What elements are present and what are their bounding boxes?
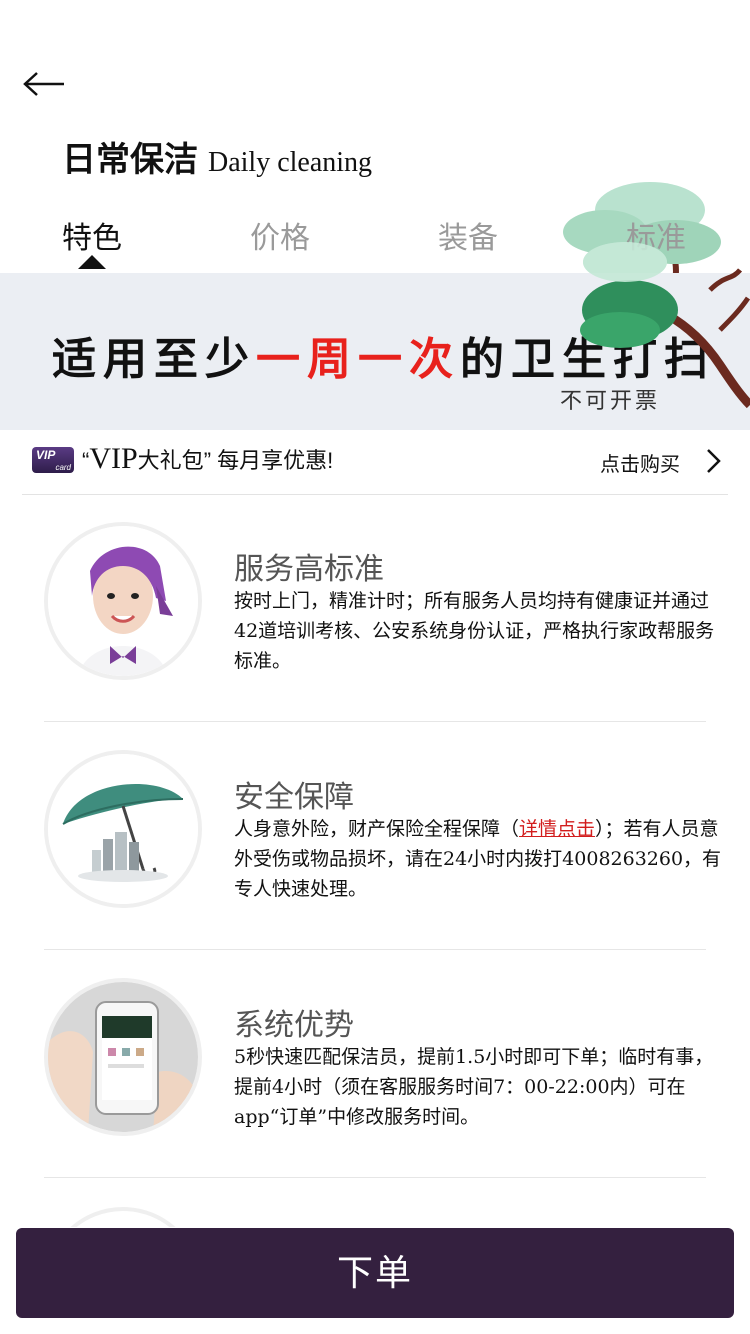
housekeeper-photo bbox=[44, 522, 202, 680]
vip-card-icon: VIP card bbox=[32, 447, 74, 473]
feature-description: 5秒快速匹配保洁员，提前1.5小时即可下单；临时有事，提前4小时（须在客服服务时… bbox=[234, 1046, 714, 1128]
banner-text-part1: 适用至少 bbox=[52, 334, 256, 385]
tab-price[interactable]: 价格 bbox=[220, 213, 340, 257]
next-feature-thumbnail bbox=[44, 1207, 202, 1227]
vip-quote-close: ” bbox=[203, 448, 212, 473]
order-button[interactable]: 下单 bbox=[16, 1228, 734, 1318]
tab-bar: 特色 价格 装备 标准 bbox=[0, 205, 750, 273]
tab-standard[interactable]: 标准 bbox=[596, 213, 716, 257]
vip-word: VIP bbox=[89, 442, 138, 475]
vip-badge-bottom: card bbox=[55, 463, 71, 472]
feature-title: 服务高标准 bbox=[234, 553, 384, 586]
page-title: 日常保洁 Daily cleaning bbox=[62, 132, 372, 182]
title-english: Daily cleaning bbox=[208, 147, 373, 178]
vip-promo-row[interactable]: VIP card “VIP大礼包” 每月享优惠! 点击购买 bbox=[22, 430, 728, 495]
insurance-details-link[interactable]: 详情点击 bbox=[519, 818, 595, 840]
banner-note: 不可开票 bbox=[560, 388, 661, 413]
vip-badge-top: VIP bbox=[36, 448, 56, 462]
banner-headline: 适用至少一周一次的卫生打扫 bbox=[52, 323, 715, 387]
desc-before-link: 人身意外险，财产保险全程保障（ bbox=[234, 818, 520, 840]
tab-equipment[interactable]: 装备 bbox=[408, 213, 528, 257]
feature-item-system: 系统优势 5秒快速匹配保洁员，提前1.5小时即可下单；临时有事，提前4小时（须在… bbox=[44, 950, 713, 1178]
feature-item-safety: 安全保障 人身意外险，财产保险全程保障（详情点击）；若有人员意外受伤或物品损坏，… bbox=[44, 722, 721, 950]
title-chinese: 日常保洁 bbox=[62, 141, 198, 179]
vip-rest-text: 每月享优惠! bbox=[211, 448, 334, 473]
vip-promo-text: “VIP大礼包” 每月享优惠! bbox=[82, 442, 333, 476]
feature-description: 人身意外险，财产保险全程保障（详情点击）；若有人员意外受伤或物品损坏，请在24小… bbox=[234, 814, 724, 904]
arrow-left-icon bbox=[23, 72, 64, 96]
feature-item-service-standard: 服务高标准 按时上门，精准计时；所有服务人员均持有健康证并通过42道培训考核、公… bbox=[44, 494, 714, 722]
banner-text-highlight: 一周一次 bbox=[256, 334, 460, 385]
tab-features[interactable]: 特色 bbox=[32, 213, 152, 257]
umbrella-icon bbox=[44, 750, 202, 908]
vip-buy-link[interactable]: 点击购买 bbox=[600, 448, 680, 477]
promo-banner: 适用至少一周一次的卫生打扫 不可开票 bbox=[0, 273, 750, 430]
divider bbox=[44, 1176, 706, 1178]
banner-text-part2: 的卫生打扫 bbox=[460, 334, 715, 385]
active-tab-indicator bbox=[78, 255, 106, 269]
back-button[interactable] bbox=[20, 64, 70, 104]
feature-description: 按时上门，精准计时；所有服务人员均持有健康证并通过42道培训考核、公安系统身份认… bbox=[234, 590, 715, 672]
vip-gift-word: 大礼包 bbox=[137, 448, 204, 473]
feature-title: 系统优势 bbox=[234, 1009, 354, 1042]
feature-title: 安全保障 bbox=[234, 781, 354, 814]
phone-app-photo bbox=[44, 978, 202, 1136]
chevron-right-icon[interactable] bbox=[700, 446, 726, 476]
